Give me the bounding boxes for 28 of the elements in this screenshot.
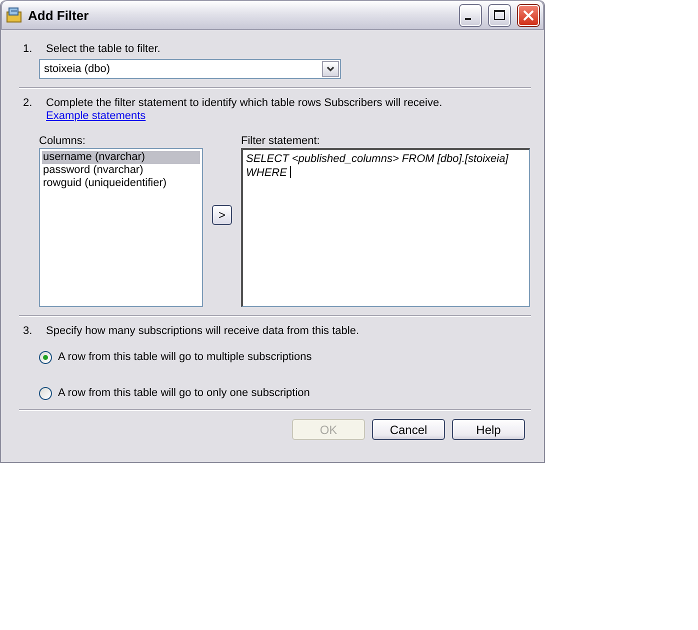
- cancel-button[interactable]: Cancel: [372, 419, 445, 440]
- step-label: Specify how many subscriptions will receive data from this table.: [46, 325, 360, 337]
- radio-button[interactable]: [39, 386, 52, 400]
- help-button[interactable]: Help: [452, 419, 525, 440]
- filter-statement-label: Filter statement:: [241, 135, 321, 147]
- radio-button[interactable]: [39, 350, 52, 364]
- maximize-button[interactable]: [489, 4, 510, 26]
- column-item[interactable]: password (nvarchar): [42, 164, 200, 177]
- minimize-icon: [465, 18, 471, 20]
- columns-label: Columns:: [39, 135, 86, 147]
- step-number: 1.: [22, 43, 34, 55]
- option-label: A row from this table will go to multiple subscriptions: [58, 351, 312, 363]
- step-number: 3.: [22, 325, 34, 337]
- column-item[interactable]: username (nvarchar): [42, 151, 200, 164]
- app-icon: [6, 7, 22, 23]
- add-column-button[interactable]: >: [212, 205, 232, 225]
- example-statements-link[interactable]: Example statements: [46, 110, 146, 122]
- close-button[interactable]: [518, 4, 539, 26]
- option-label: A row from this table will go to only one subscription: [58, 387, 310, 399]
- filter-statement-field[interactable]: SELECT <published_columns> FROM [dbo].[stoixeia] WHERE: [241, 148, 530, 307]
- minimize-button[interactable]: [460, 4, 481, 26]
- column-item[interactable]: rowguid (uniqueidentifier): [42, 177, 200, 190]
- table-select[interactable]: stoixeia (dbo): [39, 59, 341, 79]
- step-label: Complete the filter statement to identify which table rows Subscribers will receive. Example statements: [46, 97, 444, 123]
- window-title: Add Filter: [28, 8, 90, 22]
- step-label: Select the table to filter.: [46, 43, 160, 55]
- step-number: 2.: [22, 97, 34, 111]
- text-cursor: [290, 166, 291, 178]
